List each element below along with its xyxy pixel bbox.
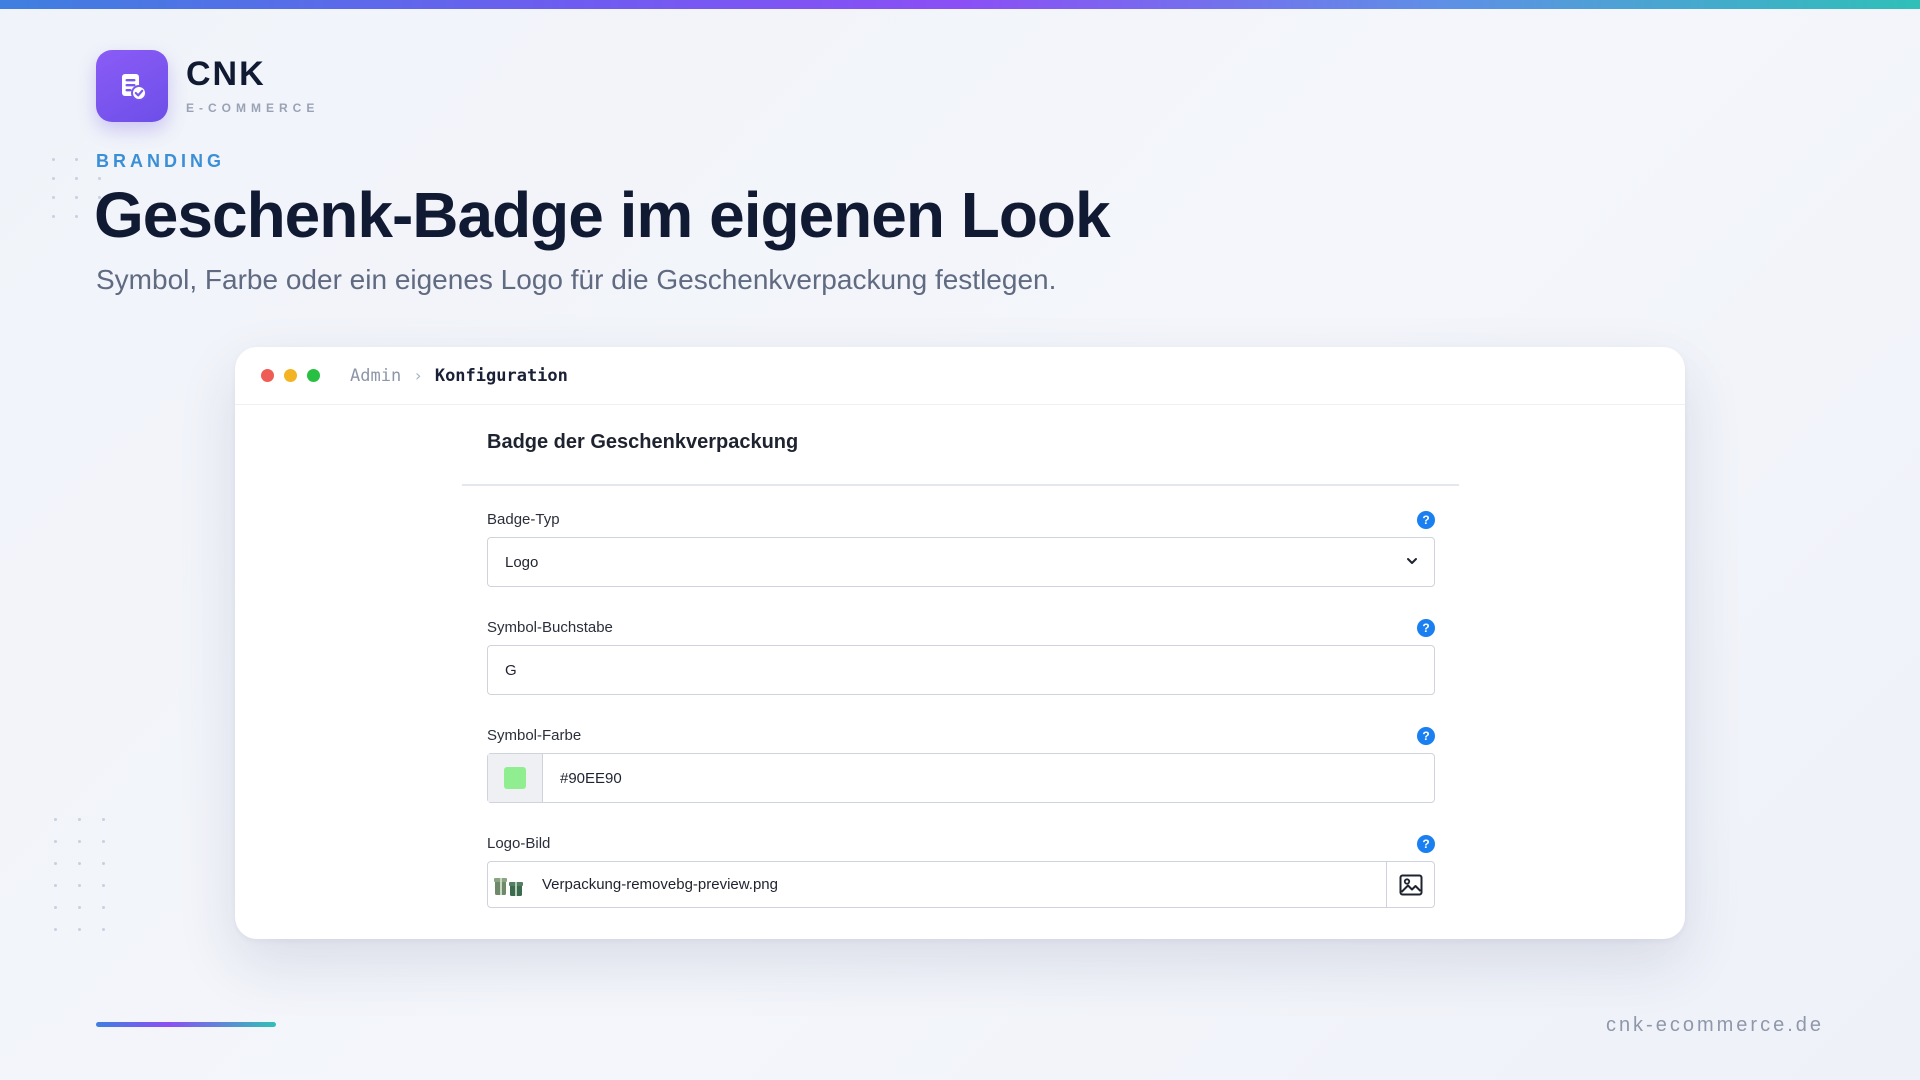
logo-image-label: Logo-Bild — [487, 835, 551, 852]
logo-file-name: Verpackung-removebg-preview.png — [542, 876, 778, 893]
symbol-color-label: Symbol-Farbe — [487, 727, 582, 744]
page-headline: Geschenk-Badge im eigenen Look — [94, 179, 1111, 251]
footer-accent-bar — [96, 1022, 276, 1027]
help-icon[interactable]: ? — [1417, 727, 1435, 745]
breadcrumb-konfiguration: Konfiguration — [434, 365, 568, 386]
symbol-letter-label: Symbol-Buchstabe — [487, 619, 613, 636]
chevron-down-icon — [1407, 558, 1417, 564]
top-gradient-bar — [0, 0, 1920, 9]
window-controls — [261, 369, 320, 382]
maximize-dot — [307, 369, 320, 382]
symbol-color-value: #90EE90 — [560, 769, 622, 787]
section-title: Badge der Geschenkverpackung — [487, 431, 799, 453]
breadcrumb: Admin › Konfiguration — [350, 366, 568, 386]
minimize-dot — [284, 369, 297, 382]
symbol-color-field: Symbol-Farbe ? #90EE90 — [487, 727, 1435, 803]
close-dot — [261, 369, 274, 382]
image-icon — [1399, 874, 1422, 895]
badge-type-label: Badge-Typ — [487, 511, 560, 528]
symbol-letter-input[interactable]: G — [487, 645, 1435, 695]
breadcrumb-separator: › — [413, 366, 423, 385]
gift-box-thumbnail — [488, 862, 530, 907]
badge-type-value: Logo — [505, 553, 539, 571]
badge-type-field: Badge-Typ ? Logo — [487, 511, 1435, 587]
brand-header: CNK E-COMMERCE — [96, 50, 319, 122]
breadcrumb-admin[interactable]: Admin — [350, 366, 401, 386]
brand-name: CNK — [186, 55, 266, 93]
window-titlebar: Admin › Konfiguration — [235, 347, 1685, 405]
symbol-letter-field: Symbol-Buchstabe ? G — [487, 619, 1435, 695]
help-icon[interactable]: ? — [1417, 511, 1435, 529]
page-subline: Symbol, Farbe oder ein eigenes Logo für … — [96, 264, 1057, 295]
help-icon[interactable]: ? — [1417, 619, 1435, 637]
brand-subtitle: E-COMMERCE — [186, 101, 320, 115]
config-panel: Badge der Geschenkverpackung Badge-Typ ?… — [462, 405, 1459, 939]
decorative-dot-grid — [54, 818, 105, 931]
help-icon[interactable]: ? — [1417, 835, 1435, 853]
logo-image-field: Logo-Bild ? Verpackung-removebg-preview.… — [487, 835, 1435, 908]
document-check-icon — [96, 50, 168, 122]
section-divider — [462, 484, 1459, 486]
footer-url[interactable]: cnk-ecommerce.de — [1606, 1014, 1824, 1037]
color-swatch — [504, 767, 526, 789]
admin-window: Admin › Konfiguration Badge der Geschenk… — [235, 347, 1685, 939]
eyebrow-label: BRANDING — [96, 151, 225, 171]
image-picker-button[interactable] — [1386, 862, 1434, 907]
symbol-letter-value: G — [505, 661, 517, 679]
badge-type-select[interactable]: Logo — [487, 537, 1435, 587]
logo-image-input[interactable]: Verpackung-removebg-preview.png — [487, 861, 1435, 908]
symbol-color-input[interactable]: #90EE90 — [487, 753, 1435, 803]
color-swatch-button[interactable] — [488, 754, 543, 802]
